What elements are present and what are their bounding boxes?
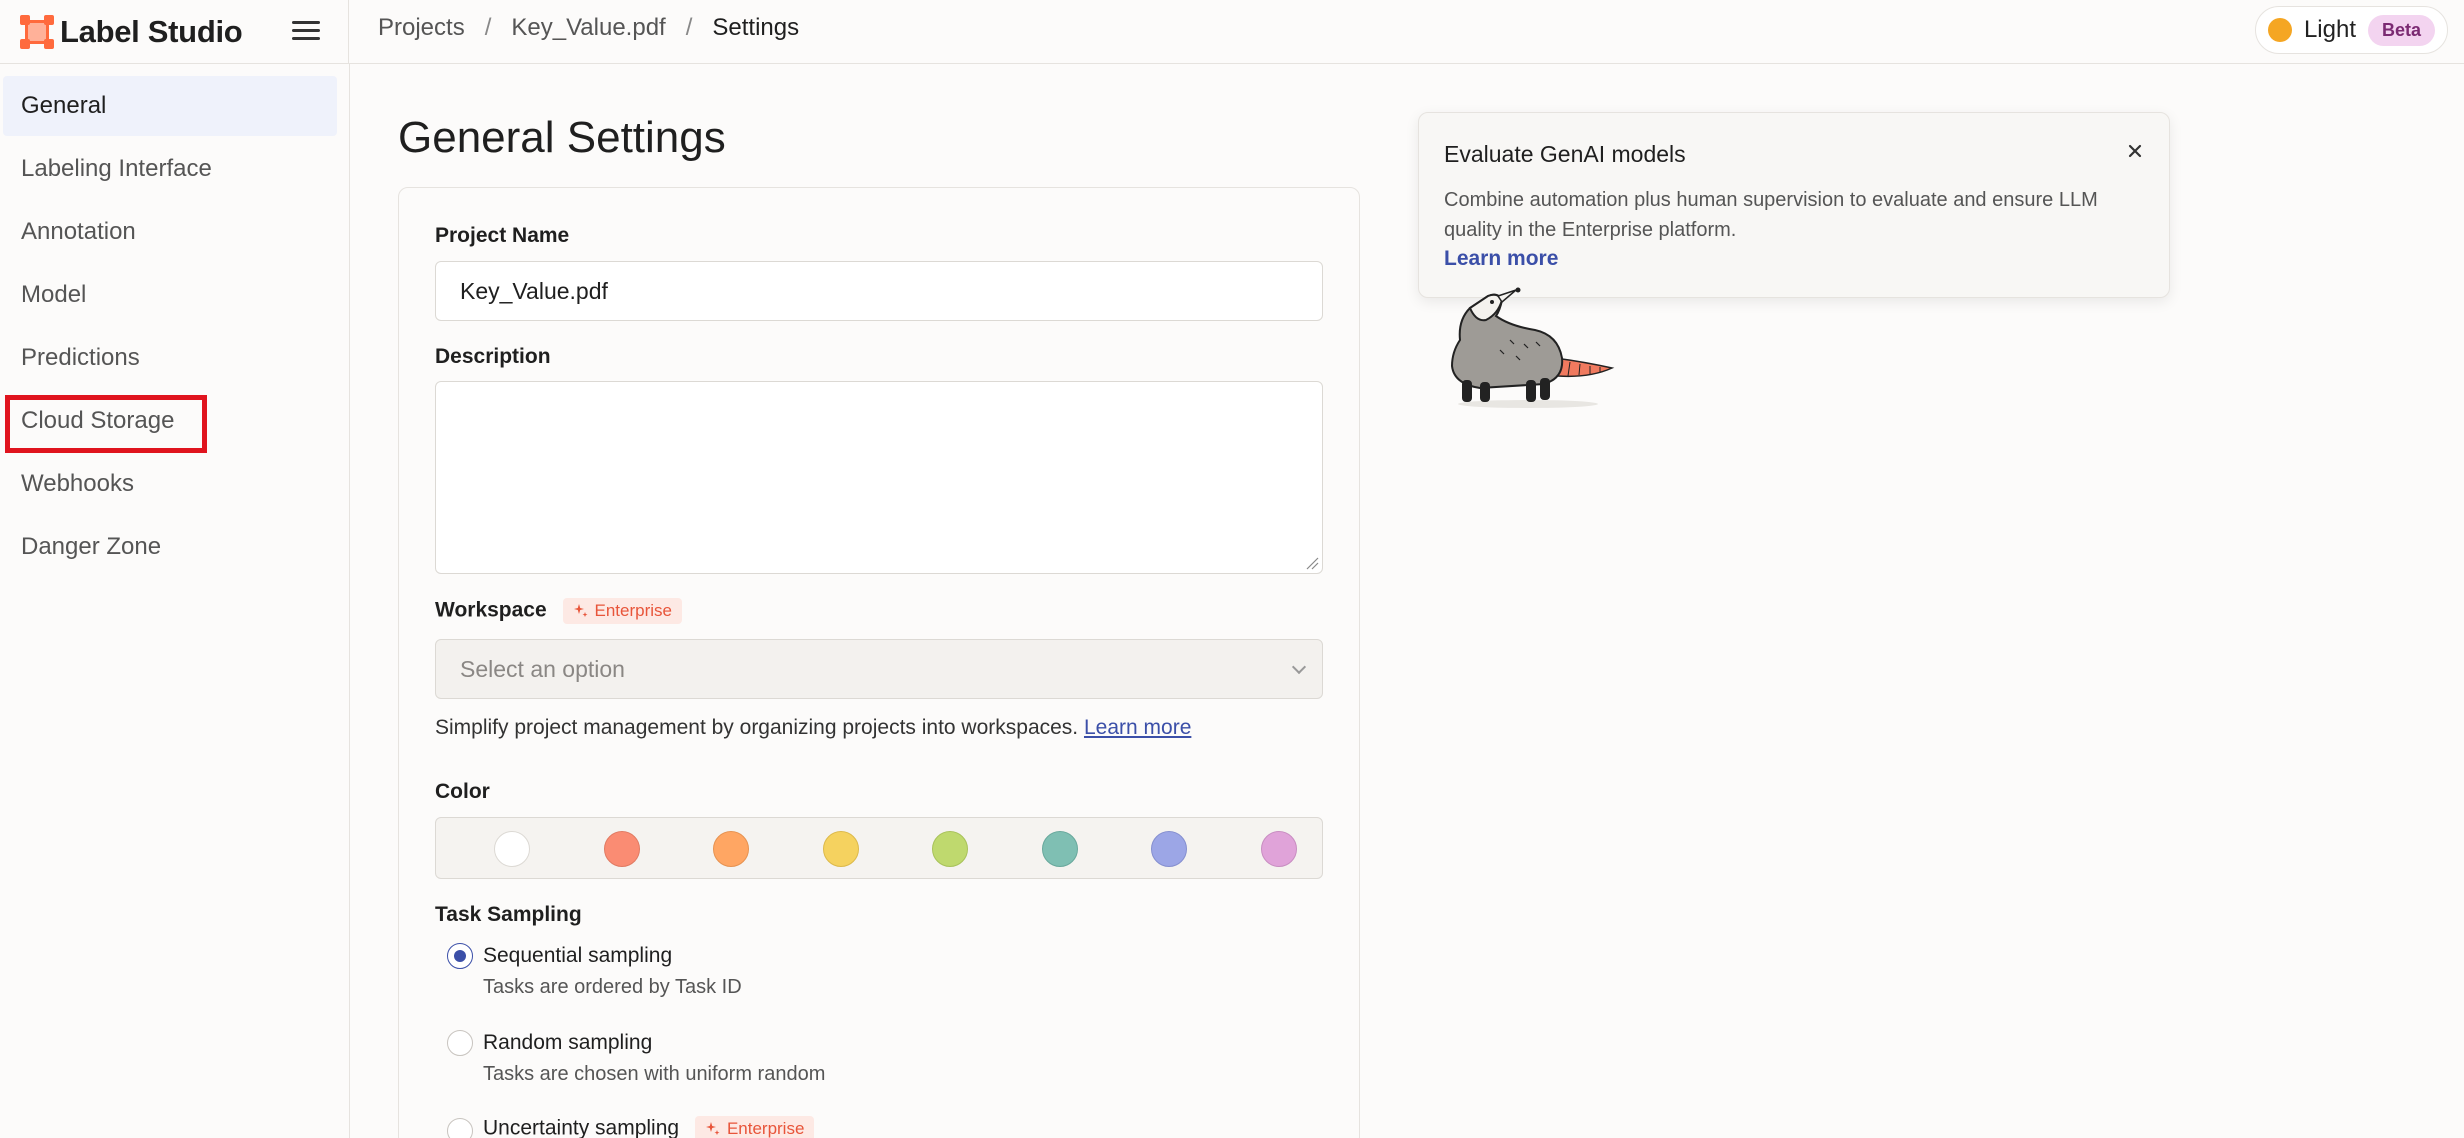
workspace-learn-more-link[interactable]: Learn more	[1084, 716, 1191, 739]
random-sampling-title: Random sampling	[483, 1031, 653, 1054]
enterprise-badge: Enterprise	[694, 1116, 815, 1138]
enterprise-badge-label: Enterprise	[594, 601, 672, 620]
close-icon[interactable]	[2125, 141, 2145, 161]
breadcrumb-separator: /	[484, 14, 492, 41]
page-title: General Settings	[398, 113, 726, 162]
sidebar-item-labeling-interface[interactable]: Labeling Interface	[0, 139, 337, 199]
theme-label: Light	[2303, 16, 2356, 43]
theme-toggle[interactable]: Light Beta	[2254, 6, 2448, 54]
genai-promo-popover: Evaluate GenAI models Combine automation…	[1418, 112, 2170, 298]
menu-icon[interactable]	[290, 16, 322, 48]
sparkle-icon	[573, 604, 588, 617]
chevron-down-icon	[1291, 659, 1307, 675]
sidebar-item-predictions[interactable]: Predictions	[0, 328, 337, 388]
sidebar-item-general[interactable]: General	[3, 76, 337, 136]
app-logo[interactable]: Label Studio	[20, 12, 243, 52]
sidebar-item-danger-zone[interactable]: Danger Zone	[0, 517, 337, 577]
enterprise-badge: Enterprise	[562, 598, 682, 624]
workspace-help: Simplify project management by organizin…	[435, 716, 1191, 740]
uncertainty-sampling-radio[interactable]	[447, 1118, 473, 1138]
promo-learn-more-link[interactable]: Learn more	[1444, 247, 1558, 271]
workspace-help-text: Simplify project management by organizin…	[435, 716, 1079, 739]
color-swatch-white[interactable]	[494, 831, 530, 867]
color-swatch-green[interactable]	[932, 831, 968, 867]
color-swatch-orange[interactable]	[713, 831, 749, 867]
sequential-sampling-title: Sequential sampling	[483, 944, 673, 967]
breadcrumb-project[interactable]: Key_Value.pdf	[511, 14, 665, 42]
breadcrumb-separator: /	[685, 14, 693, 41]
color-swatch-yellow[interactable]	[823, 831, 859, 867]
resize-handle-icon[interactable]	[1305, 556, 1319, 570]
opossum-mascot-icon	[1450, 287, 1615, 408]
color-swatch-red[interactable]	[604, 831, 640, 867]
label-studio-logo-icon	[20, 15, 54, 49]
project-name-label: Project Name	[435, 224, 570, 247]
task-sampling-label: Task Sampling	[435, 903, 582, 926]
workspace-select[interactable]: Select an option	[435, 639, 1323, 699]
uncertainty-sampling-title: Uncertainty sampling	[483, 1116, 680, 1138]
uncertainty-sampling-row: Uncertainty sampling Enterprise	[483, 1116, 815, 1138]
promo-body: Combine automation plus human supervisio…	[1444, 189, 2098, 241]
sidebar-item-webhooks[interactable]: Webhooks	[0, 454, 337, 514]
beta-badge: Beta	[2367, 14, 2435, 46]
sun-icon	[2267, 18, 2292, 42]
sparkle-icon	[705, 1122, 720, 1135]
random-sampling-radio[interactable]	[447, 1030, 473, 1056]
color-swatch-pink[interactable]	[1261, 831, 1297, 867]
description-label: Description	[435, 345, 551, 368]
settings-sidebar: General Labeling Interface Annotation Mo…	[0, 64, 350, 1138]
app-name: Label Studio	[60, 14, 243, 49]
sequential-sampling-desc: Tasks are ordered by Task ID	[483, 976, 742, 998]
breadcrumb: Projects / Key_Value.pdf / Settings	[378, 14, 799, 42]
promo-title: Evaluate GenAI models	[1444, 141, 1686, 167]
color-swatch-teal[interactable]	[1042, 831, 1078, 867]
color-label: Color	[435, 780, 490, 803]
sidebar-item-model[interactable]: Model	[0, 265, 337, 325]
divider	[348, 0, 349, 64]
description-textarea[interactable]	[435, 381, 1323, 574]
sidebar-item-annotation[interactable]: Annotation	[0, 202, 337, 262]
project-name-input[interactable]: Key_Value.pdf	[435, 261, 1323, 321]
random-sampling-desc: Tasks are chosen with uniform random	[483, 1063, 826, 1085]
color-picker	[435, 817, 1323, 879]
top-bar: Label Studio Projects / Key_Value.pdf / …	[0, 0, 2464, 64]
highlight-box	[5, 395, 207, 453]
color-swatch-blue[interactable]	[1151, 831, 1187, 867]
breadcrumb-current: Settings	[712, 14, 800, 41]
workspace-select-placeholder: Select an option	[460, 656, 625, 682]
enterprise-badge-label: Enterprise	[726, 1119, 805, 1138]
workspace-label-row: Workspace Enterprise	[435, 598, 682, 624]
workspace-label: Workspace	[435, 598, 547, 622]
sequential-sampling-radio[interactable]	[447, 943, 473, 969]
breadcrumb-projects[interactable]: Projects	[378, 14, 465, 42]
